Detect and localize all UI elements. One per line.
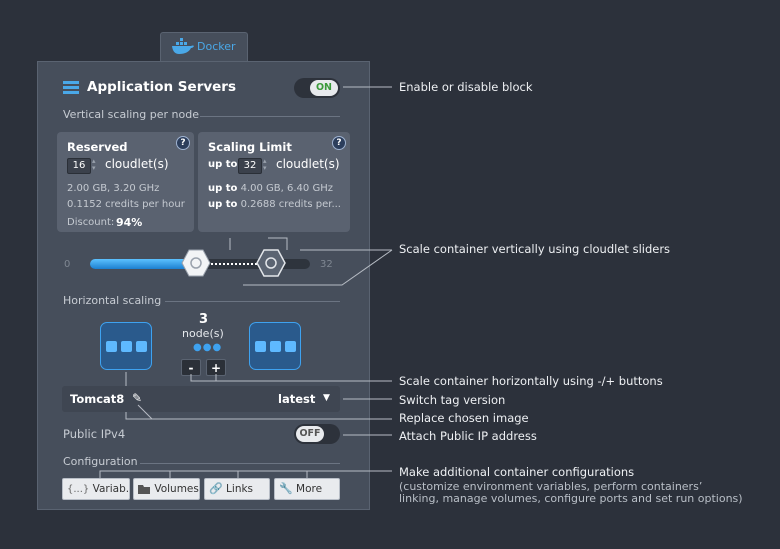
note-tag: Switch tag version [399,393,506,407]
note-vertical: Scale container vertically using cloudle… [399,242,671,256]
note-ip: Attach Public IP address [399,429,537,443]
note-image: Replace chosen image [399,411,529,425]
note-config: Make additional container configurations [399,465,635,479]
note-horizontal: Scale container horizontally using -/+ b… [399,374,663,388]
note-enable: Enable or disable block [399,80,533,94]
note-config-sub2: linking, manage volumes, configure ports… [399,492,743,505]
callout-lines [99,86,393,478]
